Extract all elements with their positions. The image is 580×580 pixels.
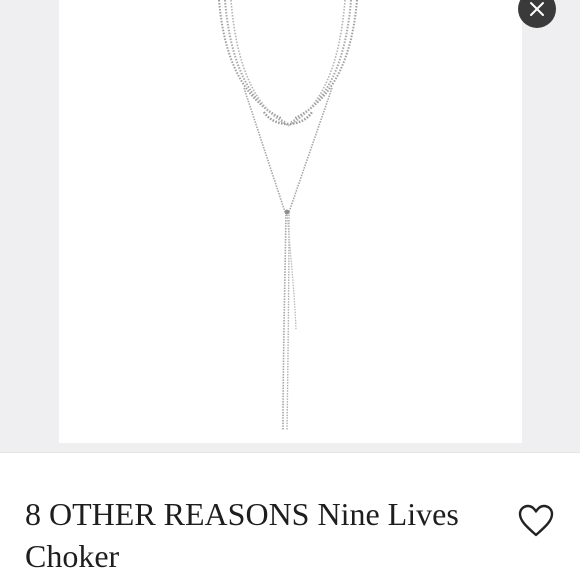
necklace-image xyxy=(218,0,358,431)
close-button[interactable] xyxy=(518,0,556,28)
like-button[interactable] xyxy=(517,503,555,541)
close-icon xyxy=(530,2,544,16)
heart-icon xyxy=(518,504,554,537)
divider xyxy=(0,452,580,453)
product-photo[interactable] xyxy=(59,0,522,443)
listing-title: 8 OTHER REASONS Nine Lives Choker xyxy=(25,496,459,574)
photo-viewer xyxy=(0,0,580,452)
listing-screen: 8 OTHER REASONS Nine Lives Choker xyxy=(0,0,580,580)
